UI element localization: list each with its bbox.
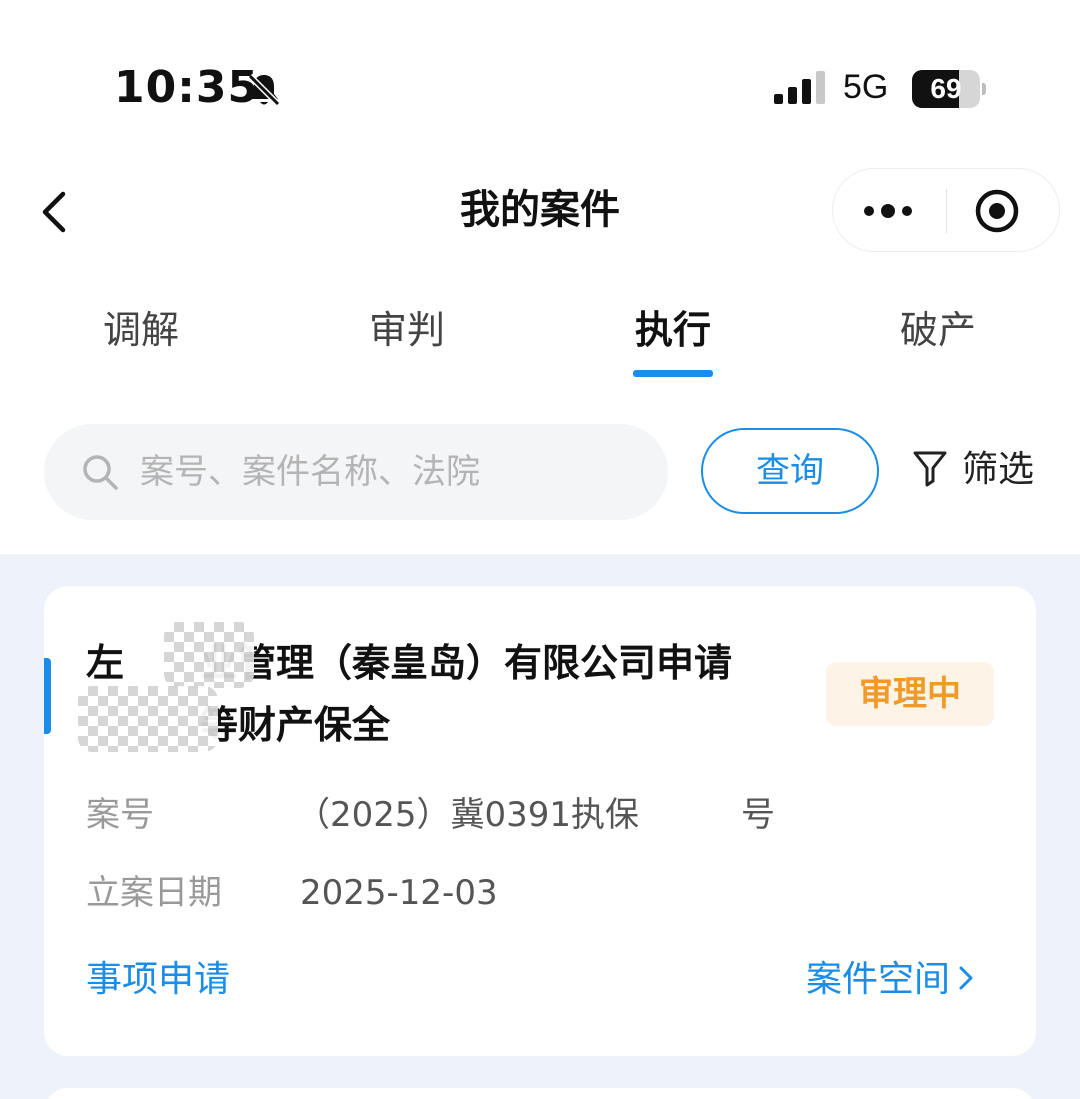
capsule-divider [946, 189, 947, 233]
mini-program-capsule [832, 168, 1060, 252]
network-type: 5G [843, 68, 889, 106]
case-card[interactable]: 左 业管理（秦皇岛）有限公司申请 等财产保全 审理中 案号 （2025）冀039… [44, 586, 1036, 1056]
chevron-right-icon [959, 966, 973, 990]
battery-indicator: 69 [912, 70, 980, 108]
redaction-mosaic [164, 622, 254, 688]
tab-bankruptcy[interactable]: 破产 [838, 304, 1038, 356]
search-box [44, 424, 668, 520]
case-space-link[interactable]: 案件空间 [806, 954, 976, 1006]
tab-execution[interactable]: 执行 [573, 304, 773, 356]
battery-tip [982, 83, 986, 95]
case-card-next[interactable] [44, 1088, 1036, 1099]
my-cases-page: 10:35 5G 69 我的案件 调解 审判 执行 破产 案号、案件名称、法院 … [0, 0, 1080, 1099]
case-list: 左 业管理（秦皇岛）有限公司申请 等财产保全 审理中 案号 （2025）冀039… [0, 554, 1080, 1099]
case-space-label: 案件空间 [806, 959, 951, 1000]
filter-label: 筛选 [962, 449, 1035, 490]
filing-date-value: 2025-12-03 [300, 873, 498, 913]
filter-funnel-icon [913, 451, 947, 487]
matter-application-link[interactable]: 事项申请 [86, 954, 230, 1006]
card-accent-bar [44, 658, 51, 734]
case-type-tabs: 调解 审判 执行 破产 [0, 290, 1080, 390]
more-dots-icon[interactable] [857, 191, 919, 231]
search-input[interactable] [140, 442, 640, 502]
filing-date-label: 立案日期 [86, 873, 222, 913]
battery-percent: 69 [930, 73, 962, 104]
search-icon [83, 455, 118, 490]
bell-muted-icon [247, 73, 281, 107]
tab-mediation[interactable]: 调解 [41, 304, 241, 356]
status-time: 10:35 [114, 62, 260, 113]
status-badge: 审理中 [826, 662, 994, 726]
active-tab-indicator [633, 370, 713, 377]
query-button[interactable]: 查询 [701, 428, 879, 514]
signal-icon [774, 71, 825, 104]
case-number-label: 案号 [86, 795, 154, 835]
target-circle-icon[interactable] [973, 187, 1021, 235]
status-bar: 10:35 5G 69 [0, 0, 1080, 150]
page-title: 我的案件 [460, 187, 620, 233]
back-arrow-icon[interactable] [30, 182, 90, 242]
tab-trial[interactable]: 审判 [307, 304, 507, 356]
redaction-mosaic [78, 686, 218, 752]
case-number-value: （2025）冀0391执保 号 [296, 795, 776, 835]
